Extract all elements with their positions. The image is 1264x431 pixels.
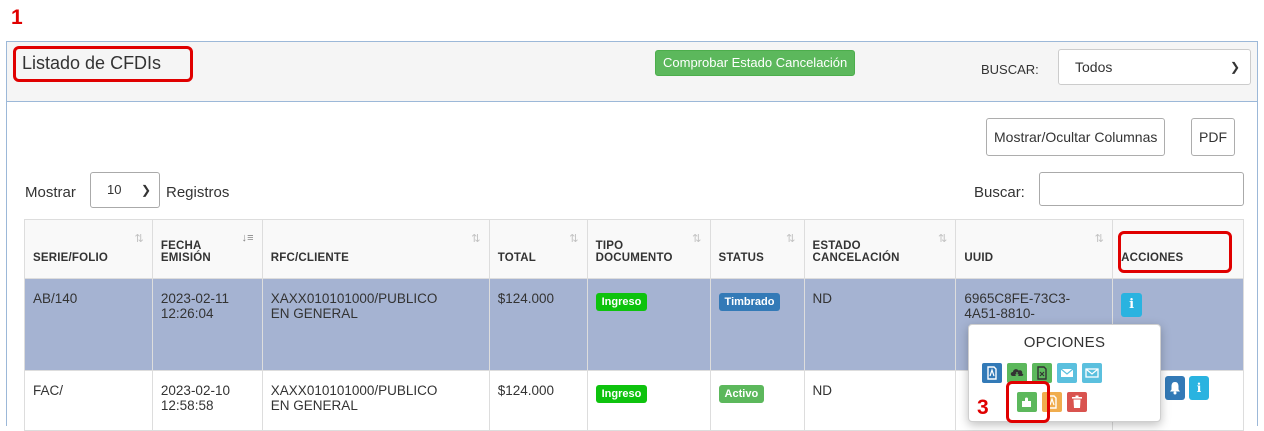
cell-status: Activo (709, 370, 805, 431)
cell-tipo: Ingreso (586, 278, 711, 371)
sort-icon: ⇅ (471, 233, 481, 245)
cell-serie: FAC/ (24, 370, 153, 431)
toggle-columns-button[interactable]: Mostrar/Ocultar Columnas (986, 118, 1166, 156)
cell-fecha: 2023-02-11 12:26:04 (151, 278, 263, 371)
search-label: Buscar: (974, 184, 1025, 201)
cell-estado: ND (803, 370, 957, 431)
cell-status: Timbrado (709, 278, 805, 371)
chevron-down-icon: ❯ (1229, 60, 1240, 74)
envelope-filled-icon[interactable] (1057, 363, 1077, 383)
page-title: Listado de CFDIs (13, 46, 193, 82)
header-total[interactable]: ⇅ TOTAL (488, 219, 588, 279)
header-status[interactable]: ⇅ STATUS (709, 219, 805, 279)
chevron-down-icon: ❯ (140, 183, 151, 197)
length-suffix-label: Registros (166, 184, 230, 201)
options-popup: OPCIONES (968, 324, 1161, 422)
info-button[interactable]: i (1189, 376, 1209, 400)
search-filter-value: Todos (1075, 59, 1113, 75)
sort-icon: ⇅ (786, 233, 796, 245)
bell-button[interactable] (1165, 376, 1185, 400)
tipo-badge: Ingreso (595, 385, 648, 403)
pdf-export-button[interactable]: PDF (1191, 118, 1235, 156)
step-1-annotation: 1 (11, 6, 23, 29)
info-button[interactable]: i (1121, 293, 1143, 317)
pdf-icon[interactable] (982, 363, 1002, 383)
sort-icon: ⇅ (1094, 233, 1105, 245)
tipo-badge: Ingreso (595, 293, 648, 311)
check-cancellation-button[interactable]: Comprobar Estado Cancelación (655, 50, 856, 76)
panel-heading: Listado de CFDIs Comprobar Estado Cancel… (7, 42, 1257, 102)
sort-desc-icon: ↓≡ (241, 232, 254, 244)
trash-icon[interactable] (1067, 392, 1087, 412)
cell-total: $124.000 (488, 278, 588, 371)
header-rfc-cliente[interactable]: ⇅ RFC/CLIENTE (261, 219, 490, 279)
search-input[interactable] (1039, 172, 1244, 206)
cell-total: $124.000 (488, 370, 588, 431)
header-uuid[interactable]: ⇅ UUID (955, 219, 1114, 279)
header-tipo-documento[interactable]: ⇅ TIPO DOCUMENTO (586, 219, 711, 279)
envelope-outline-icon[interactable] (1082, 363, 1102, 383)
cell-rfc: XAXX010101000/PUBLICO EN GENERAL (261, 278, 490, 371)
acciones-highlight (1118, 231, 1232, 273)
header-fecha-emision[interactable]: ↓≡ FECHA EMISIÓN (151, 219, 263, 279)
cell-rfc: XAXX010101000/PUBLICO EN GENERAL (261, 370, 490, 431)
header-serie-folio[interactable]: ⇅ SERIE/FOLIO (24, 219, 153, 279)
page-length-select[interactable]: 10 ❯ (90, 172, 160, 208)
cloud-download-icon[interactable] (1007, 363, 1027, 383)
puzzle-highlight (1006, 381, 1050, 423)
options-popup-title: OPCIONES (1023, 334, 1106, 351)
cell-serie: AB/140 (24, 278, 153, 371)
length-prefix-label: Mostrar (25, 184, 76, 201)
sort-icon: ⇅ (569, 233, 579, 245)
xml-file-icon[interactable] (1032, 363, 1052, 383)
status-badge: Timbrado (718, 293, 781, 311)
cell-estado: ND (803, 278, 957, 371)
cell-tipo: Ingreso (586, 370, 711, 431)
table-header-row: ⇅ SERIE/FOLIO ↓≡ FECHA EMISIÓN ⇅ RFC/CLIENTE… (24, 219, 1244, 279)
status-badge: Activo (718, 385, 765, 403)
header-estado-cancelacion[interactable]: ⇅ ESTADO CANCELACIÓN (803, 219, 957, 279)
step-3-annotation: 3 (977, 396, 989, 419)
sort-icon: ⇅ (692, 233, 702, 245)
page-length-value: 10 (107, 182, 122, 197)
bell-icon (1170, 382, 1180, 395)
search-filter-select[interactable]: Todos ❯ (1058, 49, 1251, 85)
sort-icon: ⇅ (134, 233, 144, 245)
search-filter-label: BUSCAR: (981, 62, 1039, 77)
sort-icon: ⇅ (937, 233, 948, 245)
cell-fecha: 2023-02-10 12:58:58 (151, 370, 263, 431)
